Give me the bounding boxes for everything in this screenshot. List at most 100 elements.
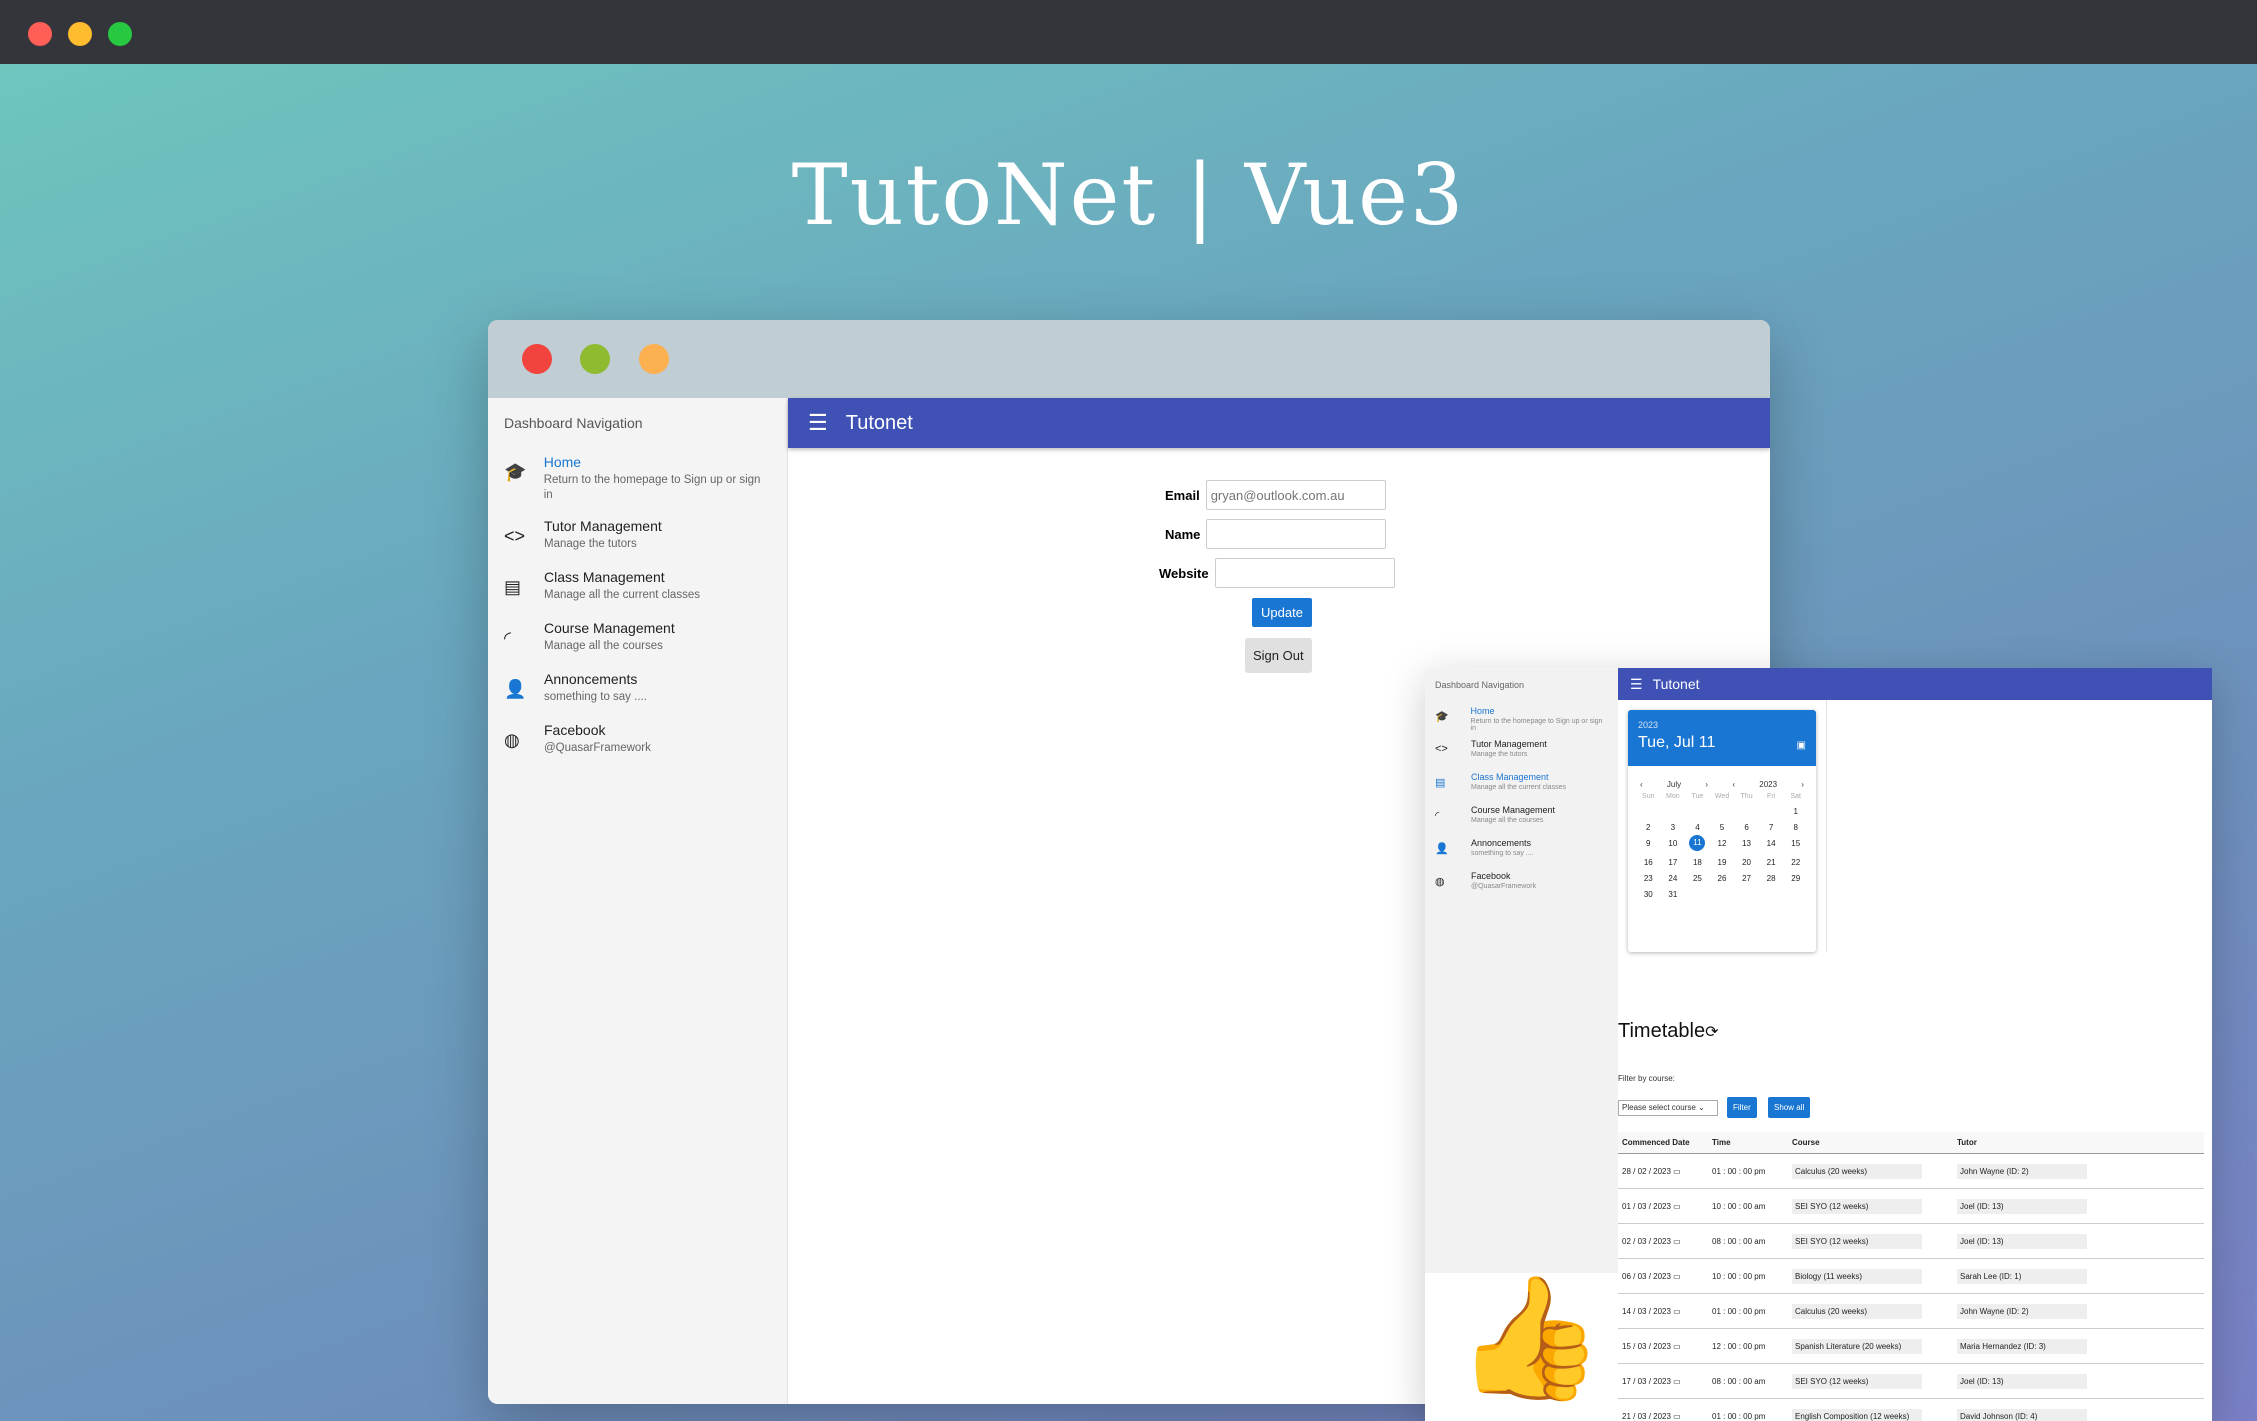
sidebar-item-tutor-management[interactable]: <> Tutor Management Manage the tutors (488, 512, 787, 563)
calendar-icon[interactable]: ▭ (1671, 1412, 1681, 1421)
calendar-day[interactable]: 31 (1661, 890, 1686, 899)
show-all-button[interactable]: Show all (1768, 1097, 1811, 1118)
website-field[interactable] (1214, 558, 1395, 588)
cell-value[interactable]: John Wayne (ID: 2) (1957, 1303, 2087, 1319)
cell-value[interactable]: Sarah Lee (ID: 1) (1957, 1268, 2087, 1284)
calendar-day[interactable]: 11 (1689, 835, 1706, 851)
minimize-dot[interactable] (580, 344, 610, 374)
table-row[interactable]: 02 / 03 / 2023 ▭ 08 : 00 : 00 am SEI SYO (… (1618, 1223, 2204, 1259)
calendar-icon[interactable]: ▭ (1671, 1237, 1681, 1246)
calendar-day[interactable]: 29 (1783, 874, 1808, 883)
cell-value[interactable]: 21 / 03 / 2023 (1622, 1412, 1671, 1421)
year-label[interactable]: 2023 (1759, 780, 1777, 789)
table-row[interactable]: 15 / 03 / 2023 ▭ 12 : 00 : 00 pm Spanish L… (1618, 1328, 2204, 1364)
calendar-day[interactable]: 28 (1759, 874, 1784, 883)
calendar-day[interactable]: 5 (1710, 823, 1735, 832)
calendar-day[interactable]: 26 (1710, 874, 1735, 883)
close-window-button[interactable] (28, 22, 52, 46)
calendar-icon[interactable]: ▭ (1671, 1272, 1681, 1281)
sidebar-item-facebook[interactable]: ◍ Facebook @QuasarFramework (488, 716, 787, 767)
calendar-day[interactable]: 18 (1685, 858, 1710, 867)
sidebar-item-tutor-management[interactable]: <> Tutor Management Manage the tutors (1425, 735, 1618, 768)
sidebar-item-announcements[interactable]: 👤 Annoncements something to say .... (1425, 834, 1618, 867)
sidebar-item-class-management[interactable]: ▤ Class Management Manage all the curren… (488, 563, 787, 614)
calendar-day[interactable]: 30 (1636, 890, 1661, 899)
calendar-day[interactable]: 21 (1759, 858, 1784, 867)
calendar-day[interactable]: 16 (1636, 858, 1661, 867)
calendar-day[interactable]: 19 (1710, 858, 1735, 867)
cell-value[interactable]: 01 : 00 : 00 pm (1712, 1412, 1765, 1421)
sidebar-item-home[interactable]: 🎓 Home Return to the homepage to Sign up… (488, 448, 787, 512)
cell-value[interactable]: 01 : 00 : 00 pm (1712, 1167, 1765, 1176)
course-select[interactable]: Please select course ⌄ (1618, 1100, 1718, 1116)
calendar-day[interactable]: 13 (1734, 839, 1759, 851)
calendar-day[interactable]: 14 (1759, 839, 1784, 851)
table-row[interactable]: 01 / 03 / 2023 ▭ 10 : 00 : 00 am SEI SYO (… (1618, 1188, 2204, 1224)
calendar-day[interactable]: 9 (1636, 839, 1661, 851)
month-label[interactable]: July (1667, 780, 1681, 789)
cell-value[interactable]: SEI SYO (12 weeks) (1792, 1198, 1922, 1214)
sidebar-item-announcements[interactable]: 👤 Annoncements something to say .... (488, 665, 787, 716)
cell-value[interactable]: 01 : 00 : 00 pm (1712, 1307, 1765, 1316)
cell-value[interactable]: Spanish Literature (20 weeks) (1792, 1338, 1922, 1354)
calendar-icon[interactable]: ▭ (1671, 1202, 1681, 1211)
table-row[interactable]: 17 / 03 / 2023 ▭ 08 : 00 : 00 am SEI SYO (… (1618, 1363, 2204, 1399)
update-button[interactable]: Update (1252, 598, 1312, 627)
calendar-day[interactable]: 2 (1636, 823, 1661, 832)
sign-out-button[interactable]: Sign Out (1245, 638, 1312, 673)
filter-button[interactable]: Filter (1727, 1097, 1757, 1118)
cell-value[interactable]: 17 / 03 / 2023 (1622, 1377, 1671, 1386)
calendar-day[interactable]: 17 (1661, 858, 1686, 867)
cell-value[interactable]: 02 / 03 / 2023 (1622, 1237, 1671, 1246)
calendar-day[interactable]: 8 (1783, 823, 1808, 832)
picker-year[interactable]: 2023 (1638, 720, 1806, 730)
menu-icon[interactable]: ☰ (1630, 676, 1643, 693)
cell-value[interactable]: Biology (11 weeks) (1792, 1268, 1922, 1284)
next-year-icon[interactable]: › (1801, 780, 1804, 789)
calendar-day[interactable]: 6 (1734, 823, 1759, 832)
maximize-dot[interactable] (639, 344, 669, 374)
cell-value[interactable]: Calculus (20 weeks) (1792, 1303, 1922, 1319)
history-icon[interactable]: ⟳ (1705, 1024, 1718, 1041)
calendar-day[interactable]: 1 (1783, 807, 1808, 816)
calendar-day[interactable]: 20 (1734, 858, 1759, 867)
sidebar-item-home[interactable]: 🎓 Home Return to the homepage to Sign up o… (1425, 702, 1618, 735)
calendar-day[interactable]: 27 (1734, 874, 1759, 883)
calendar-day[interactable]: 22 (1783, 858, 1808, 867)
sidebar-item-facebook[interactable]: ◍ Facebook @QuasarFramework (1425, 867, 1618, 900)
calendar-day[interactable]: 4 (1685, 823, 1710, 832)
menu-icon[interactable]: ☰ (808, 410, 828, 436)
table-row[interactable]: 21 / 03 / 2023 ▭ 01 : 00 : 00 pm English C… (1618, 1398, 2204, 1421)
cell-value[interactable]: 15 / 03 / 2023 (1622, 1342, 1671, 1351)
calendar-day[interactable]: 24 (1661, 874, 1686, 883)
calendar-icon[interactable]: ▭ (1671, 1342, 1681, 1351)
cell-value[interactable]: 01 / 03 / 2023 (1622, 1202, 1671, 1211)
close-dot[interactable] (522, 344, 552, 374)
cell-value[interactable]: 08 : 00 : 00 am (1712, 1377, 1765, 1386)
cell-value[interactable]: 14 / 03 / 2023 (1622, 1307, 1671, 1316)
name-field[interactable] (1206, 519, 1387, 549)
table-row[interactable]: 28 / 02 / 2023 ▭ 01 : 00 : 00 pm Calculus … (1618, 1153, 2204, 1189)
sidebar-item-class-management[interactable]: ▤ Class Management Manage all the current … (1425, 768, 1618, 801)
date-picker[interactable]: 2023 Tue, Jul 11 ▣ ‹ July › ‹ 2023 › Sun… (1628, 710, 1816, 952)
cell-value[interactable]: 10 : 00 : 00 am (1712, 1202, 1765, 1211)
calendar-icon[interactable]: ▭ (1671, 1167, 1681, 1176)
cell-value[interactable]: Joel (ID: 13) (1957, 1373, 2087, 1389)
calendar-day[interactable]: 12 (1710, 839, 1735, 851)
calendar-icon[interactable]: ▭ (1671, 1307, 1681, 1316)
cell-value[interactable]: SEI SYO (12 weeks) (1792, 1373, 1922, 1389)
cell-value[interactable]: Calculus (20 weeks) (1792, 1163, 1922, 1179)
calendar-icon[interactable]: ▭ (1671, 1377, 1681, 1386)
sidebar-item-course-management[interactable]: ◜ Course Management Manage all the courses (1425, 801, 1618, 834)
calendar-day[interactable]: 10 (1661, 839, 1686, 851)
cell-value[interactable]: 08 : 00 : 00 am (1712, 1237, 1765, 1246)
calendar-day[interactable]: 25 (1685, 874, 1710, 883)
sidebar-item-course-management[interactable]: ◜ Course Management Manage all the cours… (488, 614, 787, 665)
cell-value[interactable]: 06 / 03 / 2023 (1622, 1272, 1671, 1281)
calendar-day[interactable]: 23 (1636, 874, 1661, 883)
calendar-icon[interactable]: ▣ (1797, 740, 1806, 751)
email-field[interactable] (1205, 480, 1386, 510)
cell-value[interactable]: David Johnson (ID: 4) (1957, 1408, 2087, 1421)
cell-value[interactable]: John Wayne (ID: 2) (1957, 1163, 2087, 1179)
minimize-window-button[interactable] (68, 22, 92, 46)
